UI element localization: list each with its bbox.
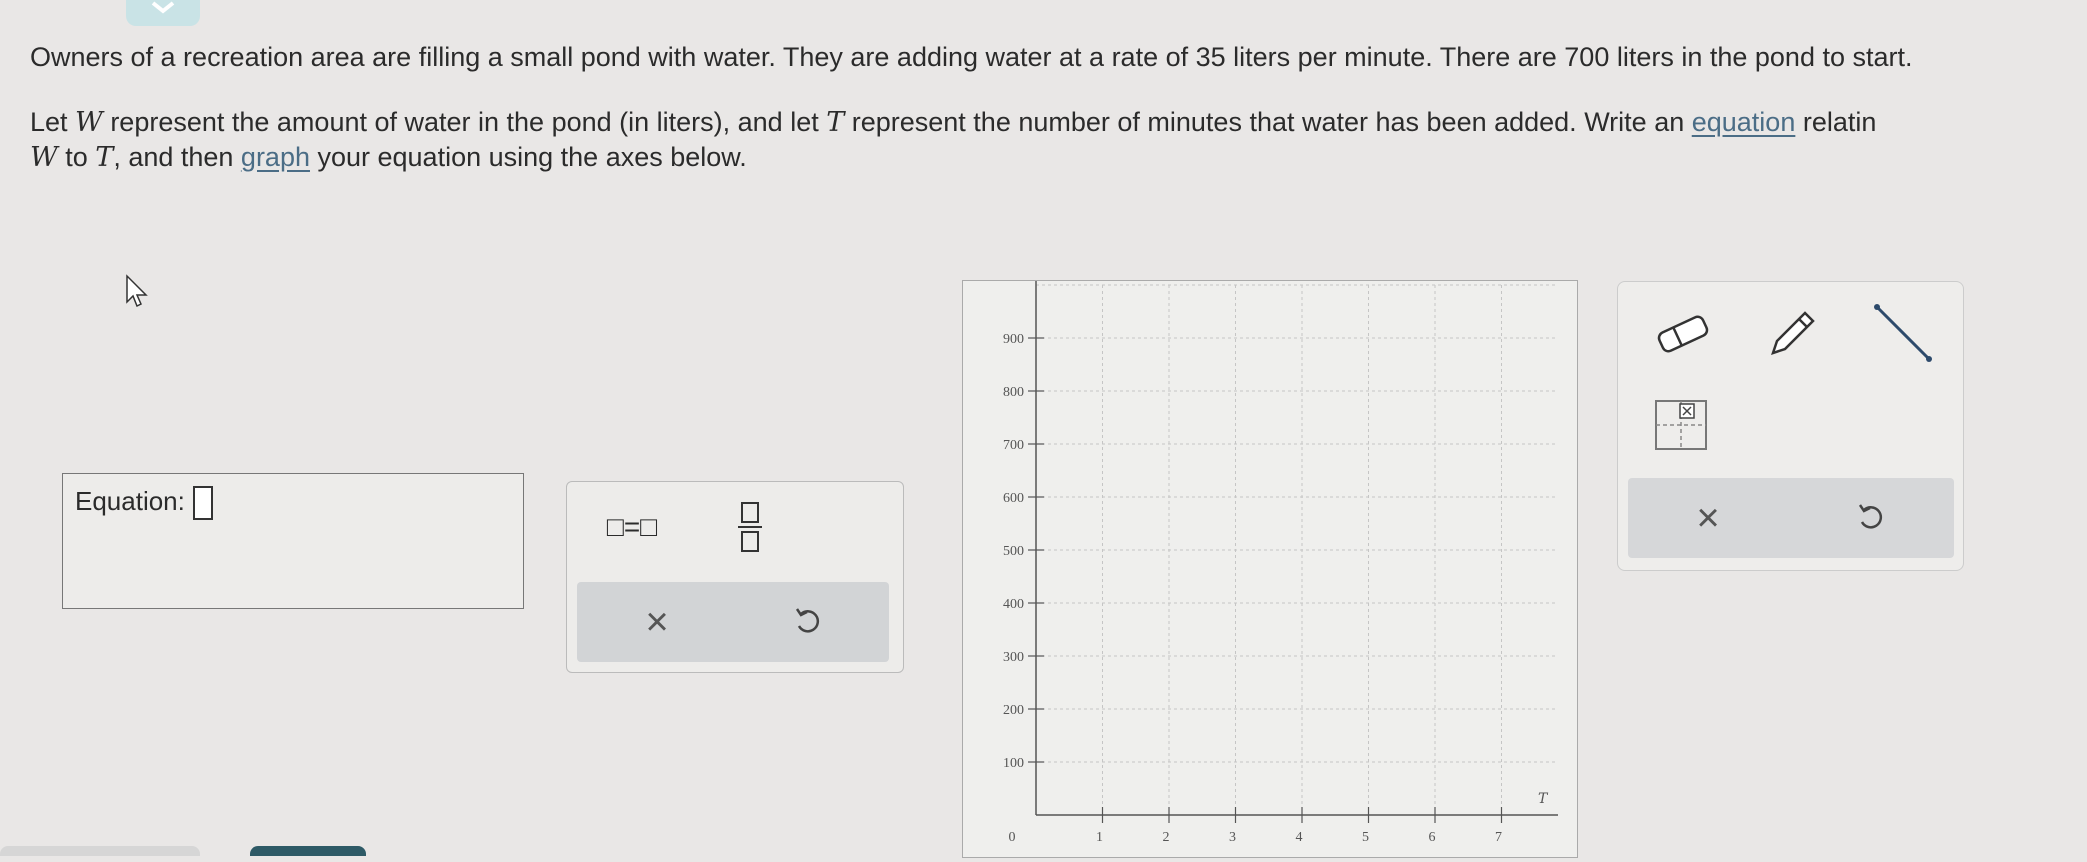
x-tick-label: 6 [1429, 830, 1436, 845]
y-tick-label: 200 [1003, 703, 1024, 718]
y-tick-label: 400 [1003, 597, 1024, 612]
clear-graph-button[interactable]: × [1678, 488, 1738, 548]
footer-tab[interactable] [0, 846, 200, 856]
palette-action-bar: × [577, 582, 889, 662]
graph-link[interactable]: graph [241, 142, 310, 172]
graph-plot[interactable]: 1 2 3 4 5 6 7 100 200 300 400 500 600 700 800 900 0 W T [963, 267, 1577, 857]
equation-input-slot[interactable] [192, 486, 213, 521]
footer-tab-active[interactable] [250, 846, 366, 856]
y-tick-label: 500 [1003, 544, 1024, 559]
origin-label: 0 [1009, 830, 1016, 845]
equation-answer-box[interactable]: Equation: [62, 473, 524, 609]
point-tool[interactable] [1648, 394, 1714, 456]
x-tick-label: 2 [1163, 830, 1170, 845]
variable-w: W [75, 107, 103, 138]
x-tick-label: 4 [1296, 830, 1303, 845]
x-tick-label: 3 [1229, 830, 1236, 845]
chevron-down-icon [151, 1, 175, 14]
eraser-icon [1657, 315, 1709, 353]
line-tool[interactable] [1868, 298, 1938, 368]
clear-button[interactable]: × [627, 592, 687, 652]
y-tick-label: 700 [1003, 438, 1024, 453]
y-axis-label: W [1046, 281, 1062, 283]
x-tick-label: 1 [1096, 830, 1103, 845]
problem-statement: Owners of a recreation area are filling … [30, 42, 1913, 72]
question-prompt: Owners of a recreation area are filling … [30, 40, 2080, 205]
y-tick-label: 900 [1003, 332, 1024, 347]
variable-t: T [826, 107, 845, 138]
variable-w: W [30, 142, 58, 173]
y-tick-label: 600 [1003, 491, 1024, 506]
x-tick-label: 7 [1495, 830, 1502, 845]
x-tick-label: 5 [1362, 830, 1369, 845]
fraction-icon [738, 502, 762, 552]
line-icon [1874, 304, 1932, 362]
equation-link[interactable]: equation [1692, 107, 1796, 137]
undo-graph-button[interactable] [1840, 488, 1900, 548]
collapse-tab[interactable] [126, 0, 200, 26]
equals-template-button[interactable]: □=□ [587, 502, 677, 552]
graph-action-bar: × [1628, 478, 1954, 558]
undo-icon [1858, 504, 1883, 529]
mouse-pointer-icon [126, 274, 148, 308]
plot-point-icon [1655, 400, 1707, 450]
instructions: Let W represent the amount of water in t… [30, 107, 1877, 173]
y-tick-label: 800 [1003, 385, 1024, 400]
y-tick-label: 100 [1003, 756, 1024, 771]
eraser-tool[interactable] [1648, 304, 1718, 364]
equation-label: Equation: [75, 486, 213, 521]
pencil-tool[interactable] [1758, 300, 1828, 366]
fraction-template-button[interactable] [715, 496, 785, 558]
undo-icon [795, 608, 820, 633]
math-palette: □=□ × [566, 481, 904, 673]
variable-t: T [95, 142, 114, 173]
graph-panel[interactable]: 1 2 3 4 5 6 7 100 200 300 400 500 600 700 800 900 0 W T [962, 267, 1578, 858]
graph-toolbox: × [1617, 281, 1964, 571]
pencil-icon [1771, 311, 1815, 355]
undo-button[interactable] [777, 592, 837, 652]
y-tick-label: 300 [1003, 650, 1024, 665]
x-axis-label: T [1538, 791, 1549, 807]
